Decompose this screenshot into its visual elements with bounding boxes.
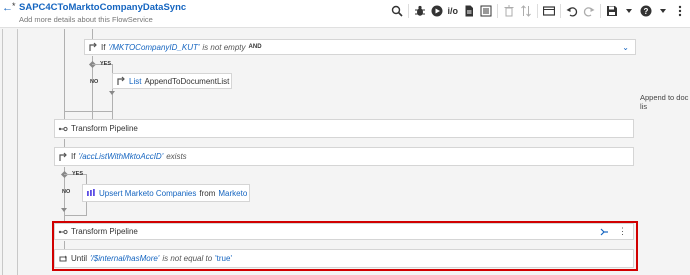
connector — [64, 111, 112, 112]
step-keyword: If — [71, 152, 76, 161]
step-comment: Append to doc lis — [640, 93, 689, 111]
sort-icon[interactable] — [520, 4, 532, 18]
redo-icon[interactable] — [583, 4, 595, 18]
upsert-marketo-step[interactable]: Upsert Marketo Companies from Marketo — [82, 184, 250, 202]
undo-icon[interactable] — [566, 4, 578, 18]
if-branch-icon — [55, 152, 71, 162]
search-icon[interactable] — [391, 4, 403, 18]
save-icon[interactable] — [606, 4, 618, 18]
delete-icon[interactable] — [503, 4, 515, 18]
flow-canvas: If '/MKTOCompanyID_KUT' is not empty AND… — [0, 29, 690, 275]
yes-branch-label: YES — [72, 171, 84, 177]
no-branch-label: NO — [62, 189, 71, 195]
run-icon[interactable] — [431, 4, 443, 18]
transform-pipeline-step[interactable]: Transform Pipeline — [54, 119, 634, 138]
condition-variable: '/MKTOCompanyID_KUT' — [108, 42, 200, 52]
help-icon[interactable]: ? — [640, 4, 652, 18]
toolbar-divider — [407, 4, 409, 18]
unsaved-indicator: * — [12, 1, 16, 11]
connector-name: Marketo — [218, 188, 248, 198]
toolbar-divider — [537, 4, 538, 18]
transform-pipeline-icon — [55, 124, 71, 134]
step-keyword: If — [101, 42, 106, 52]
toolbar-divider — [497, 4, 498, 18]
from-label: from — [199, 188, 216, 198]
flow-subtitle[interactable]: Add more details about this FlowService — [19, 15, 153, 24]
service-name: Upsert Marketo Companies — [99, 188, 197, 198]
help-dropdown-icon[interactable] — [657, 4, 669, 18]
expand-chevron-icon[interactable]: ⌄ — [622, 43, 629, 52]
step-label: Transform Pipeline — [71, 124, 138, 133]
toolbar: i/o ? — [386, 4, 687, 18]
service-name: AppendToDocumentList — [144, 76, 230, 86]
arrow-down-icon — [61, 208, 67, 212]
layout-icon[interactable] — [543, 4, 555, 18]
toolbar-divider — [560, 4, 561, 18]
connector — [64, 215, 86, 216]
save-dropdown-icon[interactable] — [623, 4, 635, 18]
document-icon[interactable] — [463, 4, 475, 18]
if-step-mkto-company-id[interactable]: If '/MKTOCompanyID_KUT' is not empty AND… — [84, 39, 636, 55]
condition-operator: exists — [166, 152, 187, 161]
svg-text:?: ? — [644, 7, 649, 16]
debug-icon[interactable] — [414, 4, 426, 18]
list-append-step[interactable]: List AppendToDocumentList — [112, 73, 232, 89]
toolbar-divider — [600, 4, 601, 18]
yes-branch-label: YES — [100, 61, 112, 67]
io-toggle[interactable]: i/o — [448, 4, 459, 18]
if-step-acc-list[interactable]: If '/accListWithMktoAccID' exists — [54, 147, 634, 166]
connector — [64, 29, 65, 111]
no-branch-label: NO — [90, 79, 99, 85]
arrow-down-icon — [109, 91, 115, 95]
condition-variable: '/accListWithMktoAccID' — [78, 152, 164, 161]
selection-highlight — [52, 221, 638, 271]
flow-title[interactable]: SAPC4CToMarktoCompanyDataSync — [19, 2, 186, 13]
more-icon[interactable] — [674, 4, 686, 18]
flow-header: ← * SAPC4CToMarktoCompanyDataSync Add mo… — [0, 0, 690, 28]
step-keyword: List — [129, 76, 142, 86]
list-step-icon — [113, 76, 129, 86]
lane-line — [17, 29, 18, 275]
connector — [64, 111, 65, 119]
if-branch-icon — [85, 42, 101, 52]
marketo-connector-icon — [83, 188, 99, 198]
condition-operator: is not empty — [202, 42, 246, 52]
logical-operator: AND — [248, 44, 262, 50]
lane-line — [2, 29, 3, 275]
list-icon[interactable] — [480, 4, 492, 18]
